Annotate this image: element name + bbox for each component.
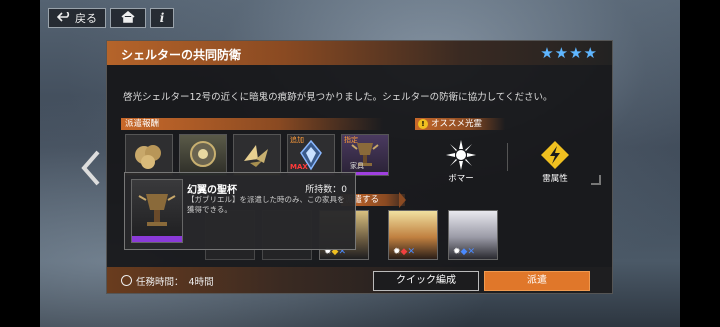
recommended-label: ! オススメ光霊 [415,118,505,130]
element-icons: ✹◆✕ [453,247,476,257]
dispatch-button[interactable]: 派遣 [484,271,590,291]
element-icons: ✹◆✕ [393,247,416,257]
back-button[interactable]: 戻る [48,8,106,28]
right-letterbox [680,0,720,327]
reward-item-gold-coins[interactable] [125,134,173,176]
warning-icon: ! [418,119,428,129]
home-button[interactable] [110,8,146,28]
character-slot-5[interactable]: ✹◆✕ [448,210,498,260]
info-button[interactable]: i [150,8,174,28]
tooltip-item-image [131,179,183,243]
mission-description: 啓光シェルター12号の近くに暗鬼の痕跡が見つかりました。シェルターの防衛に協力し… [123,92,553,103]
reward-item-weapon-part[interactable] [179,134,227,176]
home-icon [121,10,135,26]
character-slot-4[interactable]: ✹◆✕ [388,210,438,260]
tooltip-item-count: 所持数：0 [305,185,347,195]
reward-item-grail-furniture[interactable]: 指定 家具 [341,134,389,176]
item-tooltip: 幻翼の聖杯 所持数：0 【ガブリエル】を派遣した時のみ、この家具を獲得できる。 [124,172,356,250]
weapon-part-icon [190,141,216,167]
prev-mission-arrow[interactable] [80,150,102,186]
difficulty-stars: ★★★★ [540,44,598,62]
bonus-tag: 追加 [290,136,304,144]
tooltip-item-name: 幻翼の聖杯 [187,185,237,196]
furniture-badge: 家具 [350,162,364,170]
panel-header: シェルターの共同防衛 ★★★★ [107,41,612,65]
coins-icon [135,145,161,169]
grail-icon [132,194,182,242]
clock-icon [121,275,132,286]
mission-time: 任務時間： 4時間 [121,274,214,288]
back-arrow-icon [56,10,71,25]
reward-item-crystal-shards[interactable] [233,134,281,176]
thunder-element-label: 雷属性 [542,174,568,184]
spirit-class-icon [441,138,481,172]
thunder-element-icon [535,138,575,172]
back-label: 戻る [75,12,97,25]
recommended-label-text: オススメ光霊 [431,119,483,129]
quick-formation-button[interactable]: クイック編成 [373,271,479,291]
spirit-class-label: ボマー [448,174,474,184]
info-icon: i [159,11,165,25]
tooltip-item-description: 【ガブリエル】を派遣した時のみ、この家具を獲得できる。 [187,195,345,214]
left-letterbox [0,0,40,327]
recommended-divider [507,143,508,171]
mission-title: シェルターの共同防衛 [121,48,242,62]
recommended-corner [591,175,601,185]
mission-time-label: 任務時間： [136,277,184,288]
crystal-shards-icon [244,145,268,167]
designated-tag: 指定 [344,136,358,144]
reward-label: 派遣報酬 [121,118,383,130]
reward-item-crystal-core[interactable]: 追加 MAX [287,134,335,176]
max-badge: MAX [290,163,308,171]
dispatch-label-arrow [399,192,406,208]
mission-time-value: 4時間 [188,277,214,288]
